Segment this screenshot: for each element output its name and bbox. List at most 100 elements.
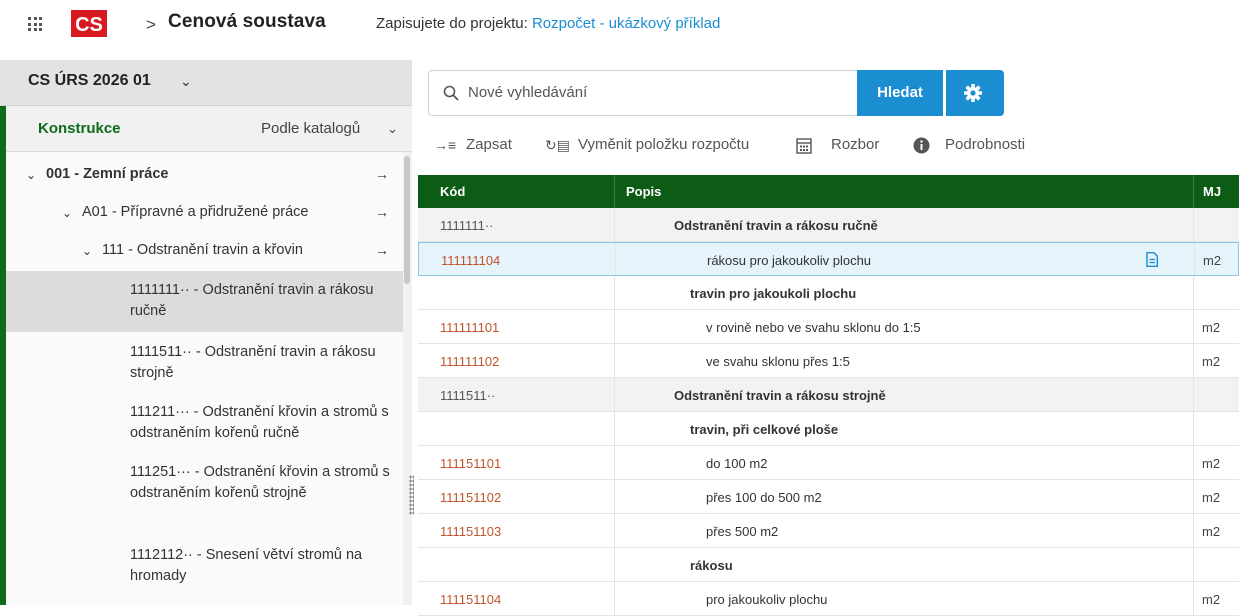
arrow-right-icon[interactable]: → [375,242,389,258]
column-divider [614,310,615,343]
table-row[interactable]: 1111511·· Odstranění travin a rákosu stro… [418,378,1239,412]
tree-item[interactable]: 1112112·· - Snesení větví stromů na hrom… [130,545,392,587]
tree-node-label: A01 - Přípravné a přidružené práce [82,204,309,220]
calculator-icon[interactable] [796,138,812,154]
column-divider [614,548,615,581]
table-row[interactable]: 1111111·· Odstranění travin a rákosu ručn… [418,208,1239,242]
cell-description: travin pro jakoukoli plochu [690,286,857,301]
column-divider [1193,310,1194,343]
table-row[interactable]: 111151104 pro jakoukoliv plochu m2 [418,582,1239,616]
cs-logo[interactable]: CS [71,10,107,37]
insert-icon[interactable]: →≡ [434,137,456,153]
cell-code[interactable]: 111111104 [441,253,500,268]
table-row[interactable]: travin pro jakoukoli plochu [418,276,1239,310]
document-icon[interactable] [1146,252,1158,267]
chevron-down-icon[interactable]: ⌄ [26,168,36,182]
column-divider [614,480,615,513]
app-title: Cenová soustava [168,11,326,32]
column-divider [1194,243,1195,275]
table-row[interactable]: 111111101 v rovině nebo ve svahu sklonu d… [418,310,1239,344]
cell-code[interactable]: 111111102 [440,354,499,369]
table-header [418,175,1239,208]
sort-by-catalog-select[interactable]: Podle katalogů [261,120,360,137]
cell-code[interactable]: 111151101 [440,456,501,471]
cell-unit: m2 [1202,524,1221,539]
column-divider [614,276,615,309]
column-divider [1193,175,1194,208]
column-divider [615,243,616,275]
chevron-down-icon[interactable]: ⌄ [180,73,192,90]
column-divider [614,582,615,615]
cell-description: Odstranění travin a rákosu ručně [674,218,878,233]
cell-description: do 100 m2 [706,456,768,471]
column-divider [1193,378,1194,411]
panel-resize-handle[interactable] [409,475,414,515]
table-row[interactable]: 111111102 ve svahu sklonu přes 1:5 m2 [418,344,1239,378]
cell-code[interactable]: 111151102 [440,490,501,505]
column-divider [1193,208,1194,241]
cell-code[interactable]: 111151103 [440,524,501,539]
cell-description: ve svahu sklonu přes 1:5 [706,354,850,369]
write-button[interactable]: Zapsat [466,136,512,153]
column-divider [1193,548,1194,581]
table-row[interactable]: travin, při celkové ploše [418,412,1239,446]
chevron-down-icon[interactable]: ⌄ [82,244,92,258]
column-divider [1193,344,1194,377]
project-link[interactable]: Rozpočet - ukázkový příklad [532,15,720,32]
table-row-selected[interactable]: 111111104 rákosu pro jakoukoliv plochu m2 [418,242,1239,276]
tree-item-selected[interactable]: 1111111·· - Odstranění travin a rákosu r… [130,280,392,322]
cell-unit: m2 [1202,320,1221,335]
column-divider [614,514,615,547]
tree-node-label: 111 - Odstranění travin a křovin [102,242,303,258]
column-header-description[interactable]: Popis [626,184,661,199]
column-divider [1193,446,1194,479]
apps-grid-icon[interactable] [28,17,42,31]
column-divider [1193,514,1194,547]
table-row[interactable]: 111151103 přes 500 m2 m2 [418,514,1239,548]
details-button[interactable]: Podrobnosti [945,136,1025,153]
column-divider [614,344,615,377]
tab-konstrukce[interactable]: Konstrukce [38,120,121,137]
arrow-right-icon[interactable]: → [375,166,389,182]
cell-description: Odstranění travin a rákosu strojně [674,388,886,403]
column-divider [614,378,615,411]
cell-unit: m2 [1203,253,1222,268]
chevron-right-icon: > [146,15,156,34]
chevron-down-icon[interactable]: ⌄ [387,121,398,137]
analysis-button[interactable]: Rozbor [831,136,879,153]
replace-item-button[interactable]: Vyměnit položku rozpočtu [578,136,749,153]
arrow-right-icon[interactable]: → [375,204,389,220]
column-header-code[interactable]: Kód [440,184,465,199]
column-header-unit[interactable]: MJ [1203,184,1221,199]
tree-item[interactable]: 111211··· - Odstranění křovin a stromů s… [130,402,392,444]
table-row[interactable]: rákosu [418,548,1239,582]
tree-node-111[interactable]: ⌄ 111 - Odstranění travin a křovin → [6,242,403,264]
table-row[interactable]: 111151101 do 100 m2 m2 [418,446,1239,480]
cell-unit: m2 [1202,490,1221,505]
cell-code[interactable]: 1111511·· [440,388,495,403]
info-icon[interactable] [913,137,930,154]
tree-node-001[interactable]: ⌄ 001 - Zemní práce → [6,166,403,188]
search-input[interactable]: Nové vyhledávání [468,84,587,101]
column-divider [614,446,615,479]
tree-node-a01[interactable]: ⌄ A01 - Přípravné a přidružené práce → [6,204,403,226]
column-divider [614,208,615,241]
tree-scroll-thumb[interactable] [404,156,410,284]
column-divider [1193,276,1194,309]
tree-item[interactable]: 111251··· - Odstranění křovin a stromů s… [130,462,392,504]
replace-icon[interactable]: ↻▤ [545,137,570,154]
tree-item[interactable]: 1111511·· - Odstranění travin a rákosu s… [130,342,392,384]
cell-description: přes 100 do 500 m2 [706,490,822,505]
column-divider [1193,480,1194,513]
cell-code[interactable]: 111111101 [440,320,499,335]
cell-description: travin, při celkové ploše [690,422,839,437]
cell-description: přes 500 m2 [706,524,779,539]
search-button[interactable]: Hledat [857,70,943,116]
column-divider [614,175,615,208]
table-row[interactable]: 111151102 přes 100 do 500 m2 m2 [418,480,1239,514]
gear-icon[interactable] [964,84,982,102]
catalog-label[interactable]: CS ÚRS 2026 01 [28,72,151,90]
chevron-down-icon[interactable]: ⌄ [62,206,72,220]
cell-code[interactable]: 1111111·· [440,218,493,233]
project-prefix: Zapisujete do projektu: [376,15,528,32]
